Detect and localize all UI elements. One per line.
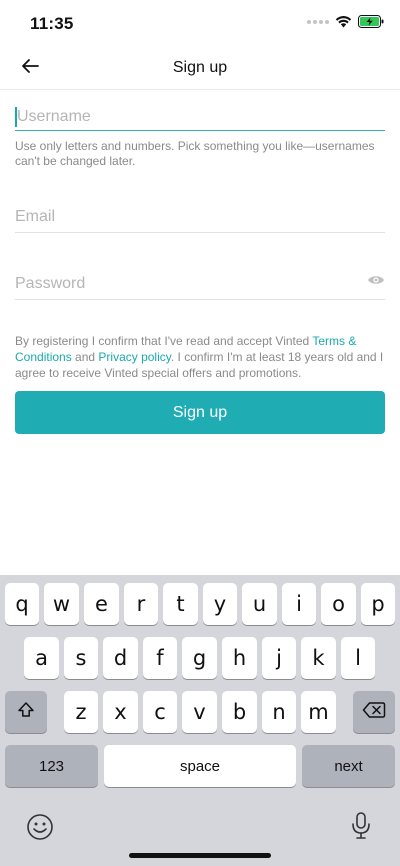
page-title: Sign up	[172, 59, 228, 76]
key-o[interactable]: o	[321, 583, 356, 625]
privacy-link[interactable]: Privacy policy	[98, 350, 170, 364]
key-e[interactable]: e	[84, 583, 119, 625]
delete-key[interactable]	[353, 691, 395, 733]
key-c[interactable]: c	[143, 691, 177, 733]
on-screen-keyboard: q w e r t y u i o p a s d f g h j k l z …	[0, 575, 400, 866]
status-icons	[307, 15, 384, 28]
microphone-icon[interactable]	[350, 811, 372, 846]
text-cursor	[15, 107, 17, 127]
legal-and: and	[71, 350, 99, 364]
signup-button[interactable]: Sign up	[15, 391, 385, 434]
key-y[interactable]: y	[203, 583, 237, 625]
status-bar: 11:35	[0, 0, 400, 46]
emoji-icon[interactable]	[26, 813, 54, 846]
key-f[interactable]: f	[143, 637, 177, 679]
next-key[interactable]: next	[302, 745, 395, 787]
key-t[interactable]: t	[163, 583, 198, 625]
key-w[interactable]: w	[44, 583, 79, 625]
key-x[interactable]: x	[103, 691, 138, 733]
key-g[interactable]: g	[182, 637, 217, 679]
key-j[interactable]: j	[262, 637, 296, 679]
shift-key[interactable]	[5, 691, 47, 733]
shift-icon	[16, 700, 36, 725]
key-p[interactable]: p	[361, 583, 395, 625]
key-h[interactable]: h	[222, 637, 257, 679]
signal-icon	[307, 19, 329, 24]
password-input[interactable]	[15, 267, 385, 300]
status-time: 11:35	[30, 14, 74, 33]
email-input[interactable]	[15, 200, 385, 233]
key-v[interactable]: v	[182, 691, 217, 733]
key-i[interactable]: i	[282, 583, 316, 625]
legal-text: By registering I confirm that I've read …	[15, 333, 385, 381]
key-l[interactable]: l	[341, 637, 375, 679]
backspace-icon	[362, 700, 386, 724]
navigation-bar: Sign up	[0, 46, 400, 90]
key-a[interactable]: a	[24, 637, 59, 679]
username-input[interactable]	[15, 104, 385, 130]
username-field-container	[15, 104, 385, 131]
username-help-text: Use only letters and numbers. Pick somet…	[15, 139, 375, 168]
key-d[interactable]: d	[103, 637, 138, 679]
eye-icon[interactable]	[367, 273, 385, 287]
password-field-container	[15, 267, 385, 300]
key-r[interactable]: r	[124, 583, 158, 625]
key-m[interactable]: m	[301, 691, 336, 733]
legal-prefix: By registering I confirm that I've read …	[15, 334, 313, 348]
numbers-key[interactable]: 123	[5, 745, 98, 787]
home-indicator[interactable]	[129, 853, 271, 858]
key-u[interactable]: u	[242, 583, 277, 625]
key-k[interactable]: k	[301, 637, 336, 679]
space-key[interactable]: space	[104, 745, 296, 787]
key-n[interactable]: n	[262, 691, 296, 733]
key-s[interactable]: s	[64, 637, 98, 679]
email-field-container	[15, 200, 385, 233]
wifi-icon	[335, 15, 352, 28]
key-b[interactable]: b	[222, 691, 257, 733]
key-z[interactable]: z	[64, 691, 98, 733]
battery-charging-icon	[358, 15, 384, 28]
key-q[interactable]: q	[5, 583, 39, 625]
signup-form: Use only letters and numbers. Pick somet…	[15, 90, 385, 381]
